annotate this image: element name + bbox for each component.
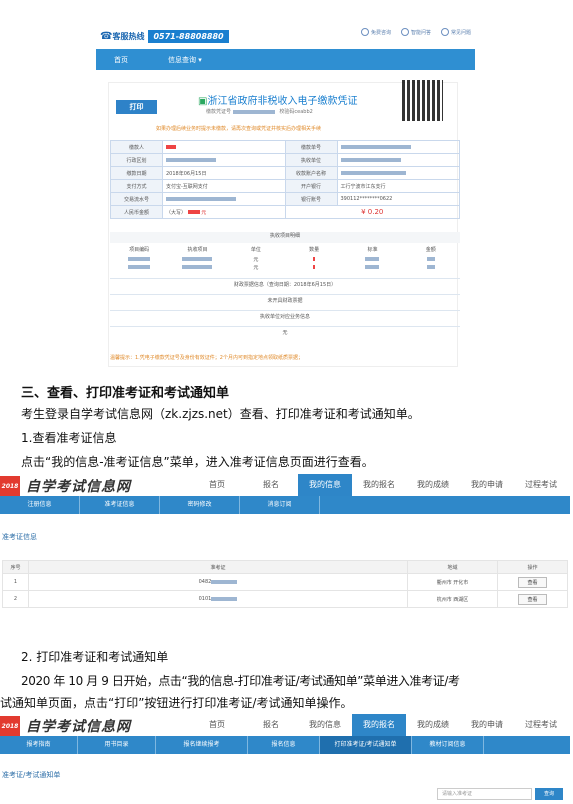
tab-my-apply[interactable]: 我的申请 bbox=[460, 474, 514, 496]
paragraph-3b: 试通知单页面，点击“打印”按钮进行打印准考证/考试通知单操作。 bbox=[0, 696, 353, 710]
site-logo: 2018 自学考试信息网 bbox=[0, 474, 131, 498]
view-button[interactable]: 查看 bbox=[518, 576, 547, 588]
phone-icon: ☎ bbox=[100, 30, 113, 42]
qr-code-icon bbox=[402, 80, 443, 121]
subnav-register-info[interactable]: 注册信息 bbox=[0, 496, 80, 514]
section-title: 三、查看、打印准考证和考试通知单 bbox=[21, 386, 230, 401]
step-1: 1.查看准考证信息 bbox=[21, 431, 117, 445]
subnav-reg-info[interactable]: 报名信息 bbox=[248, 736, 320, 754]
consult-link[interactable]: 免费咨询 bbox=[360, 28, 391, 36]
tab-process-exam[interactable]: 过程考试 bbox=[514, 474, 568, 496]
tip-text: 温馨提示：1.凭电子缴款凭证号及身份有效证件；2个月内可到指定地点领取纸质票据； bbox=[110, 355, 303, 361]
tab-my-apply[interactable]: 我的申请 bbox=[460, 714, 514, 736]
tab-my-info[interactable]: 我的信息 bbox=[298, 714, 352, 736]
receipt-warning: 如果办理后续业务时提示未缴款，请再次查询或凭证并核实后办理相关手续 bbox=[156, 126, 322, 132]
receipt-title: ▣浙江省政府非税收入电子缴款凭证 bbox=[198, 96, 358, 107]
tab-my-info[interactable]: 我的信息 bbox=[298, 474, 352, 496]
tab-my-register[interactable]: 我的报名 bbox=[352, 714, 406, 736]
paragraph-1: 考生登录自学考试信息网（zk.zjzs.net）查看、打印准考证和考试通知单。 bbox=[21, 407, 420, 421]
subnav-password[interactable]: 密码修改 bbox=[160, 496, 240, 514]
top-links: 免费咨询 智能问答 常见问题 bbox=[360, 28, 471, 36]
none-value: 无 bbox=[110, 326, 460, 338]
site-tabs: 首页 报名 我的信息 我的报名 我的成绩 我的申请 过程考试 bbox=[190, 474, 568, 496]
subnav-continue[interactable]: 报名继续报考 bbox=[156, 736, 248, 754]
site-screenshot-1: 2018 自学考试信息网 首页 报名 我的信息 我的报名 我的成绩 我的申请 过… bbox=[0, 474, 570, 619]
subnav-subscribe[interactable]: 消息订阅 bbox=[240, 496, 320, 514]
detail-columns: 项目编码 执收项目 单位 数量 标准 金额 bbox=[129, 247, 436, 253]
logo-icon: 2018 bbox=[0, 716, 20, 736]
hotline: ☎ 客服热线 0571-88808880 bbox=[100, 24, 229, 48]
tab-process-exam[interactable]: 过程考试 bbox=[514, 714, 568, 736]
subnav-textbook[interactable]: 教材订阅信息 bbox=[412, 736, 484, 754]
tab-register[interactable]: 报名 bbox=[244, 714, 298, 736]
admission-table: 序号 准考证 地域 操作 1 0482 衢州市 开化市 查看 2 0101 杭州市 西湖区 查看 bbox=[2, 560, 568, 608]
search-button[interactable]: 查询 bbox=[535, 788, 563, 800]
section-admission-notice: 准考证/考试通知单 bbox=[2, 771, 61, 779]
paragraph-3a: 2020 年 10 月 9 日开始，点击“我的信息-打印准考证/考试通知单”菜单… bbox=[21, 674, 460, 688]
sub-nav-1: 注册信息 准考证信息 密码修改 消息订阅 bbox=[0, 496, 570, 514]
tab-home[interactable]: 首页 bbox=[190, 474, 244, 496]
paragraph-2: 点击“我的信息-准考证信息”菜单，进入准考证信息页面进行查看。 bbox=[21, 455, 374, 469]
nav-query[interactable]: 信息查询 ▾ bbox=[168, 55, 202, 65]
table-row: 2 0101 杭州市 西湖区 查看 bbox=[2, 590, 568, 608]
unit-info: 执收单位对应业务信息 bbox=[110, 310, 460, 322]
tab-my-score[interactable]: 我的成绩 bbox=[406, 474, 460, 496]
chat-icon bbox=[360, 28, 369, 36]
subnav-books[interactable]: 用书目录 bbox=[78, 736, 156, 754]
table-row: 1 0482 衢州市 开化市 查看 bbox=[2, 573, 568, 591]
receipt-table: 缴款人 缴款单号 行政区划 执收单位 缴款日期 2018年06月15日 收款账户名称 支… bbox=[110, 140, 460, 219]
finance-info: 财政票据信息（查询日期：2018年6月15日） bbox=[110, 278, 460, 290]
search-input[interactable]: 请输入准考证 bbox=[437, 788, 532, 800]
hotline-number: 0571-88808880 bbox=[148, 29, 229, 43]
hotline-label: 客服热线 bbox=[112, 31, 145, 41]
tab-home[interactable]: 首页 bbox=[190, 714, 244, 736]
qa-link[interactable]: 智能问答 bbox=[400, 28, 431, 36]
detail-row: 元 bbox=[110, 256, 460, 263]
detail-header: 执收项目明细 bbox=[110, 232, 460, 243]
site-tabs: 首页 报名 我的信息 我的报名 我的成绩 我的申请 过程考试 bbox=[190, 714, 568, 736]
sub-nav-2: 报考指南 用书目录 报名继续报考 报名信息 打印准考证/考试通知单 教材订阅信息 bbox=[0, 736, 570, 754]
site-logo: 2018 自学考试信息网 bbox=[0, 714, 131, 738]
print-button[interactable]: 打印 bbox=[116, 100, 157, 114]
step-2: 2. 打印准考证和考试通知单 bbox=[21, 650, 169, 664]
tab-register[interactable]: 报名 bbox=[244, 474, 298, 496]
detail-row: 元 bbox=[110, 264, 460, 271]
question-icon bbox=[440, 28, 449, 36]
subnav-admission-info[interactable]: 准考证信息 bbox=[80, 496, 160, 514]
tab-my-score[interactable]: 我的成绩 bbox=[406, 714, 460, 736]
tab-my-register[interactable]: 我的报名 bbox=[352, 474, 406, 496]
main-nav: 首页 信息查询 ▾ bbox=[96, 49, 475, 70]
receipt-screenshot: ☎ 客服热线 0571-88808880 免费咨询 智能问答 常见问题 首页 信… bbox=[96, 22, 475, 371]
faq-link[interactable]: 常见问题 bbox=[440, 28, 471, 36]
robot-icon bbox=[400, 28, 409, 36]
subnav-print-admission[interactable]: 打印准考证/考试通知单 bbox=[320, 736, 412, 754]
nav-home[interactable]: 首页 bbox=[114, 55, 128, 65]
view-button[interactable]: 查看 bbox=[518, 593, 547, 605]
logo-icon: 2018 bbox=[0, 476, 20, 496]
section-admission-info: 准考证信息 bbox=[2, 533, 37, 541]
subnav-guide[interactable]: 报考指南 bbox=[0, 736, 78, 754]
no-invoice: 未开具财政票据 bbox=[110, 294, 460, 306]
receipt-subtitle: 缴款凭证号 校验码ceabb2 bbox=[206, 109, 313, 115]
